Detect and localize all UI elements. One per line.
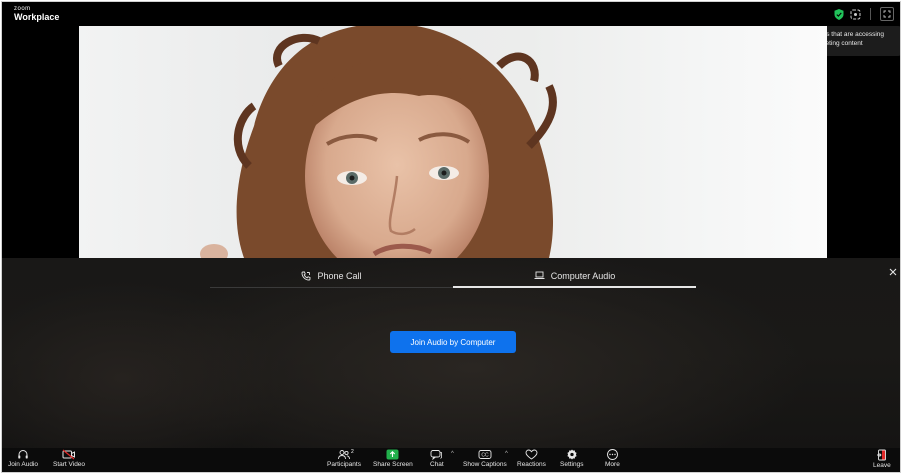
settings-button[interactable]: Settings bbox=[560, 449, 584, 468]
tab-computer-audio-label: Computer Audio bbox=[550, 270, 616, 281]
participants-button[interactable]: Participants 2 bbox=[327, 449, 361, 468]
chat-options-chevron-icon[interactable]: ^ bbox=[451, 451, 454, 457]
start-video-button[interactable]: Start Video bbox=[53, 449, 85, 468]
show-captions-button[interactable]: CC Show Captions bbox=[463, 449, 507, 468]
leave-icon bbox=[876, 449, 886, 461]
leave-button[interactable]: Leave bbox=[873, 449, 891, 469]
join-audio-by-computer-button[interactable]: Join Audio by Computer bbox=[390, 331, 516, 353]
expand-icon bbox=[883, 10, 891, 18]
zoom-workplace-logo: zoom Workplace bbox=[14, 6, 59, 22]
more-button[interactable]: More bbox=[605, 449, 620, 468]
shield-check-icon[interactable] bbox=[834, 8, 844, 20]
more-label: More bbox=[605, 461, 620, 468]
start-video-label: Start Video bbox=[53, 461, 86, 468]
share-screen-button[interactable]: Share Screen bbox=[373, 449, 413, 468]
reactions-button[interactable]: Reactions bbox=[517, 449, 546, 468]
headphones-icon bbox=[18, 449, 28, 459]
fullscreen-button[interactable] bbox=[880, 7, 894, 21]
share-screen-label: Share Screen bbox=[373, 461, 413, 468]
share-screen-icon bbox=[386, 449, 399, 460]
heart-icon bbox=[525, 449, 538, 460]
chat-label: Chat bbox=[430, 461, 444, 468]
captions-options-chevron-icon[interactable]: ^ bbox=[505, 451, 508, 457]
show-captions-label: Show Captions bbox=[463, 461, 507, 468]
brand-name: Workplace bbox=[14, 12, 60, 22]
svg-text:CC: CC bbox=[481, 453, 489, 459]
more-icon bbox=[606, 449, 618, 460]
laptop-icon bbox=[534, 271, 545, 279]
participants-label: Participants bbox=[327, 461, 361, 468]
participants-count: 2 bbox=[351, 449, 354, 455]
top-bar: zoom Workplace bbox=[2, 2, 900, 26]
tab-phone-call[interactable]: Phone Call bbox=[210, 264, 453, 287]
join-audio-panel: Phone Call Computer Audio Join Audio by … bbox=[2, 258, 900, 448]
tab-computer-audio[interactable]: Computer Audio bbox=[453, 264, 696, 288]
join-audio-button[interactable]: Join Audio bbox=[8, 449, 38, 468]
participants-icon bbox=[338, 450, 350, 460]
settings-label: Settings bbox=[560, 461, 584, 468]
meeting-toolbar: Join Audio Start Video Participants 2 Sh… bbox=[2, 448, 900, 472]
divider bbox=[870, 8, 871, 20]
tab-phone-call-label: Phone Call bbox=[317, 270, 362, 281]
video-off-icon bbox=[62, 449, 76, 460]
chat-button[interactable]: Chat bbox=[430, 449, 444, 468]
captions-icon: CC bbox=[478, 450, 492, 459]
zoom-meeting-window: zoom Workplace See apps that are accessi… bbox=[1, 1, 901, 473]
phone-icon bbox=[302, 271, 311, 280]
participant-portrait-image bbox=[200, 26, 557, 258]
chat-icon bbox=[430, 450, 443, 460]
close-icon[interactable] bbox=[888, 267, 898, 277]
leave-label: Leave bbox=[873, 462, 891, 469]
participant-video bbox=[79, 26, 827, 258]
reactions-label: Reactions bbox=[517, 461, 546, 468]
gear-icon bbox=[567, 449, 577, 460]
top-right-controls bbox=[834, 7, 894, 21]
apps-accessing-icon[interactable] bbox=[850, 9, 861, 20]
audio-tabs: Phone Call Computer Audio bbox=[210, 264, 696, 288]
join-audio-label: Join Audio bbox=[8, 461, 38, 468]
